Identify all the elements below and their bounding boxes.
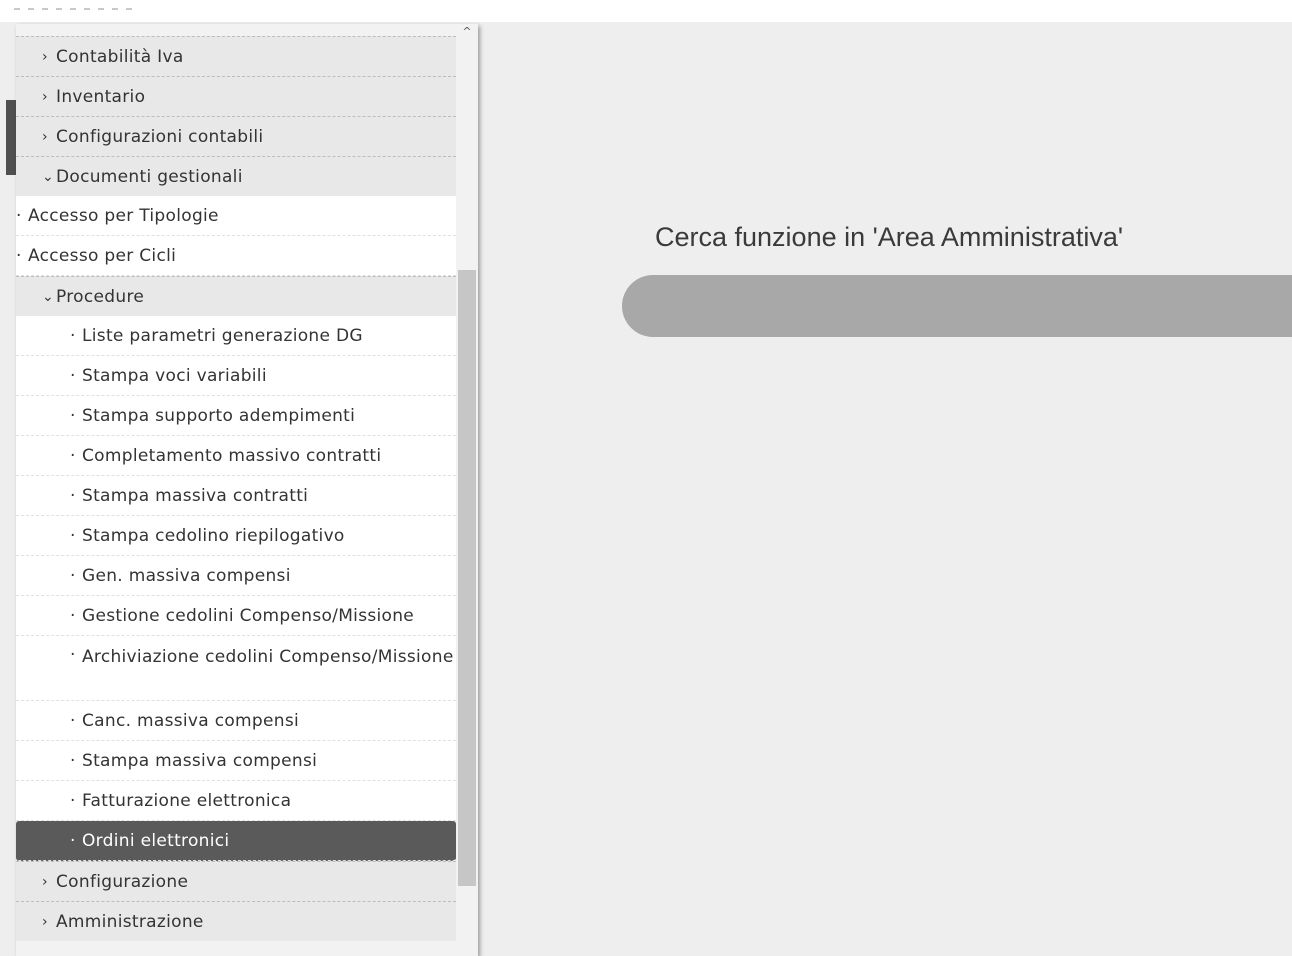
- menu-item-label: Stampa cedolino riepilogativo: [82, 525, 345, 546]
- menu-item-amministrazione[interactable]: › Amministrazione: [16, 901, 456, 941]
- menu-item-contabilit-iva[interactable]: › Contabilità Iva: [16, 36, 456, 76]
- bullet-icon: ·: [70, 790, 76, 811]
- menu-item-liste-parametri-generazione-dg[interactable]: · Liste parametri generazione DG: [16, 316, 456, 356]
- chevron-down-icon: ⌄: [42, 288, 55, 305]
- menu-item-label: Canc. massiva compensi: [82, 710, 300, 731]
- menu-item-label: Stampa voci variabili: [82, 365, 267, 386]
- menu-item-accesso-per-cicli[interactable]: · Accesso per Cicli: [16, 236, 456, 276]
- top-dots-decoration: [14, 4, 144, 12]
- menu-item-label: Archiviazione cedolini Compenso/Missione: [81, 647, 454, 667]
- menu-item-label: Fatturazione elettronica: [82, 790, 292, 811]
- bullet-icon: ·: [70, 485, 76, 506]
- bullet-icon: ·: [70, 645, 76, 665]
- menu-item-fatturazione-elettronica[interactable]: · Fatturazione elettronica: [16, 781, 456, 821]
- bullet-icon: ·: [70, 525, 76, 546]
- menu-item-accesso-per-tipologie[interactable]: · Accesso per Tipologie: [16, 196, 456, 236]
- menu-item-inventario[interactable]: › Inventario: [16, 76, 456, 116]
- menu-item-stampa-massiva-compensi[interactable]: · Stampa massiva compensi: [16, 741, 456, 781]
- menu-item-canc-massiva-compensi[interactable]: · Canc. massiva compensi: [16, 701, 456, 741]
- menu-item-label: Stampa massiva contratti: [82, 485, 309, 506]
- menu-item-label: Accesso per Tipologie: [28, 205, 219, 226]
- chevron-down-icon: ⌄: [42, 168, 55, 185]
- menu-item-label: Documenti gestionali: [56, 166, 243, 187]
- search-input[interactable]: [622, 275, 1292, 337]
- bullet-icon: ·: [70, 750, 76, 771]
- menu-item-label: Amministrazione: [56, 911, 204, 932]
- bullet-icon: ·: [16, 245, 22, 266]
- bullet-icon: ·: [70, 405, 76, 426]
- bullet-icon: ·: [70, 565, 76, 586]
- menu-item-label: Accesso per Cicli: [28, 245, 177, 266]
- chevron-right-icon: ›: [42, 913, 48, 930]
- menu-item-stampa-cedolino-riepilogativo[interactable]: · Stampa cedolino riepilogativo: [16, 516, 456, 556]
- menu-item-ordini-elettronici[interactable]: · Ordini elettronici: [16, 821, 456, 861]
- menu-item-label: Contabilità Iva: [56, 46, 184, 67]
- menu-item-stampa-supporto-adempimenti[interactable]: · Stampa supporto adempimenti: [16, 396, 456, 436]
- menu-item-label: Configurazione: [56, 871, 189, 892]
- chevron-right-icon: ›: [42, 873, 48, 890]
- search-title: Cerca funzione in 'Area Amministrativa': [655, 222, 1124, 252]
- menu-item-label: Configurazioni contabili: [56, 126, 264, 147]
- bullet-icon: ·: [70, 325, 76, 346]
- menu-list: › Contabilità Iva › Inventario › Configurazio…: [16, 36, 456, 941]
- bullet-icon: ·: [70, 710, 76, 731]
- bullet-icon: ·: [70, 830, 76, 851]
- bullet-icon: ·: [70, 445, 76, 466]
- chevron-right-icon: ›: [42, 88, 48, 105]
- scroll-thumb[interactable]: [458, 270, 476, 886]
- menu-item-stampa-massiva-contratti[interactable]: · Stampa massiva contratti: [16, 476, 456, 516]
- bullet-icon: ·: [70, 365, 76, 386]
- menu-item-label: Inventario: [56, 86, 146, 107]
- menu-item-label: Liste parametri generazione DG: [82, 325, 363, 346]
- menu-item-gen-massiva-compensi[interactable]: · Gen. massiva compensi: [16, 556, 456, 596]
- menu-item-label: Gen. massiva compensi: [82, 565, 291, 586]
- menu-item-label: Stampa supporto adempimenti: [82, 405, 356, 426]
- bullet-icon: ·: [16, 205, 22, 226]
- menu-item-stampa-voci-variabili[interactable]: · Stampa voci variabili: [16, 356, 456, 396]
- chevron-right-icon: ›: [42, 48, 48, 65]
- menu-item-label: Procedure: [56, 286, 145, 307]
- menu-item-label: Ordini elettronici: [82, 830, 230, 851]
- menu-scrollbar[interactable]: ^: [456, 24, 478, 956]
- menu-item-archiviazione-cedolini-compenso-missione[interactable]: · Archiviazione cedolini Compenso/Mission…: [16, 636, 456, 701]
- menu-item-label: Gestione cedolini Compenso/Missione: [82, 605, 415, 626]
- bullet-icon: ·: [70, 605, 76, 626]
- navigation-menu: › Contabilità Iva › Inventario › Configurazio…: [16, 24, 478, 956]
- menu-item-label: Completamento massivo contratti: [82, 445, 382, 466]
- menu-item-documenti-gestionali[interactable]: ⌄ Documenti gestionali: [16, 156, 456, 196]
- chevron-right-icon: ›: [42, 128, 48, 145]
- scroll-up-icon[interactable]: ^: [461, 26, 473, 38]
- menu-item-label: Stampa massiva compensi: [82, 750, 318, 771]
- sidebar-toggle-tab[interactable]: [6, 100, 16, 175]
- menu-item-gestione-cedolini-compenso-missione[interactable]: · Gestione cedolini Compenso/Missione: [16, 596, 456, 636]
- menu-item-completamento-massivo-contratti[interactable]: · Completamento massivo contratti: [16, 436, 456, 476]
- menu-item-procedure[interactable]: ⌄ Procedure: [16, 276, 456, 316]
- menu-item-configurazione[interactable]: › Configurazione: [16, 861, 456, 901]
- menu-item-configurazioni-contabili[interactable]: › Configurazioni contabili: [16, 116, 456, 156]
- top-strip: [0, 0, 1292, 22]
